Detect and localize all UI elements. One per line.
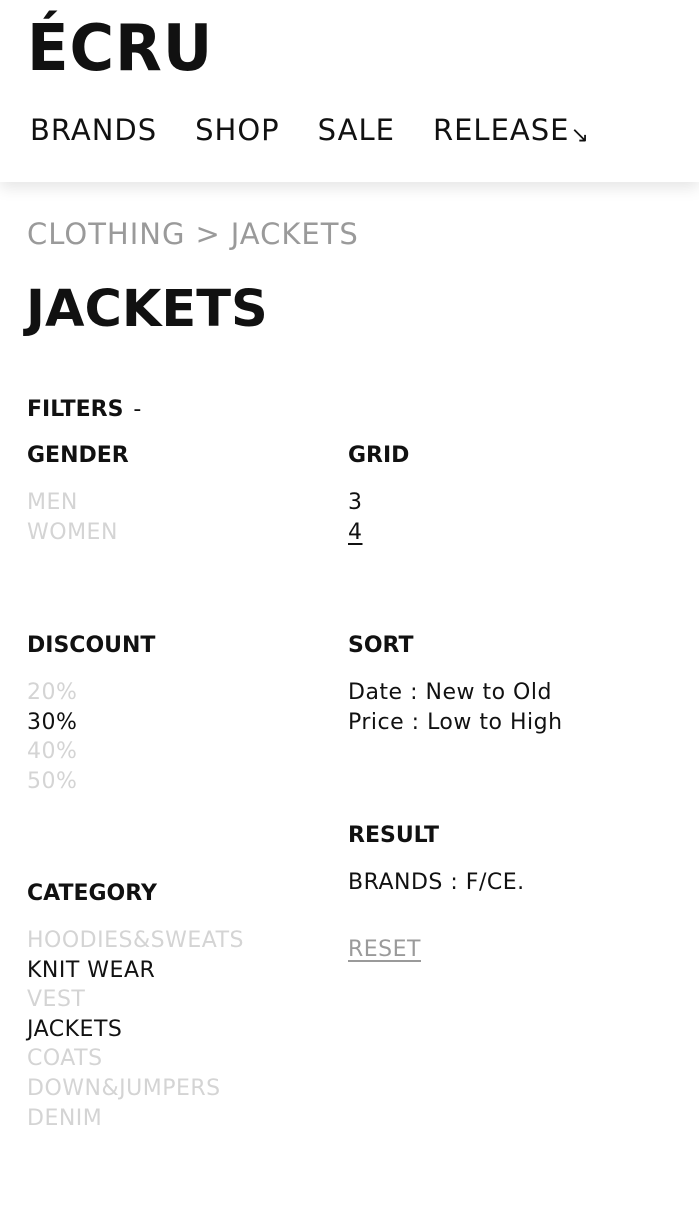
- result-heading: RESULT: [348, 823, 440, 848]
- page-title: JACKETS: [26, 280, 268, 339]
- sort-option-date[interactable]: Date : New to Old: [348, 678, 563, 708]
- gender-option-women[interactable]: WOMEN: [27, 518, 118, 548]
- result-brands: BRANDS : F/CE.: [348, 870, 525, 895]
- discount-option-20[interactable]: 20%: [27, 678, 77, 708]
- grid-option-4[interactable]: 4: [348, 518, 363, 548]
- nav-shop[interactable]: SHOP: [195, 110, 280, 156]
- breadcrumb-separator: >: [195, 217, 221, 251]
- breadcrumb: CLOTHING > JACKETS: [27, 214, 359, 254]
- arrow-down-right-icon: ↘: [570, 123, 590, 148]
- reset-button[interactable]: RESET: [348, 935, 421, 965]
- grid-option-3[interactable]: 3: [348, 488, 363, 518]
- category-heading: CATEGORY: [27, 881, 157, 906]
- grid-heading: GRID: [348, 443, 410, 468]
- site-logo[interactable]: ÉCRU: [27, 10, 213, 88]
- nav-brands[interactable]: BRANDS: [30, 110, 157, 156]
- breadcrumb-jackets[interactable]: JACKETS: [231, 217, 359, 251]
- discount-options: 20% 30% 40% 50%: [27, 678, 77, 796]
- category-option-hoodies[interactable]: HOODIES&SWEATS: [27, 926, 244, 956]
- site-header: ÉCRU BRANDS SHOP SALE RELEASE↘: [0, 0, 699, 182]
- sort-heading: SORT: [348, 633, 414, 658]
- gender-options: MEN WOMEN: [27, 488, 118, 547]
- category-option-denim[interactable]: DENIM: [27, 1104, 244, 1134]
- sort-options: Date : New to Old Price : Low to High: [348, 678, 563, 737]
- nav-sale[interactable]: SALE: [318, 110, 395, 156]
- gender-option-men[interactable]: MEN: [27, 488, 118, 518]
- nav-release[interactable]: RELEASE↘: [433, 110, 590, 156]
- category-option-jackets[interactable]: JACKETS: [27, 1015, 244, 1045]
- breadcrumb-clothing[interactable]: CLOTHING: [27, 217, 185, 251]
- discount-heading: DISCOUNT: [27, 633, 156, 658]
- gender-heading: GENDER: [27, 443, 129, 468]
- sort-option-price[interactable]: Price : Low to High: [348, 708, 563, 738]
- category-options: HOODIES&SWEATS KNIT WEAR VEST JACKETS CO…: [27, 926, 244, 1133]
- nav-release-label: RELEASE: [432, 113, 570, 147]
- category-option-knitwear[interactable]: KNIT WEAR: [27, 956, 244, 986]
- category-option-coats[interactable]: COATS: [27, 1044, 244, 1074]
- category-option-down-jumpers[interactable]: DOWN&JUMPERS: [27, 1074, 244, 1104]
- category-option-vest[interactable]: VEST: [27, 985, 244, 1015]
- filters-label: FILTERS: [27, 397, 124, 422]
- main-nav: BRANDS SHOP SALE RELEASE↘: [30, 110, 590, 156]
- discount-option-30[interactable]: 30%: [27, 708, 77, 738]
- collapse-icon: -: [133, 397, 142, 422]
- discount-option-50[interactable]: 50%: [27, 767, 77, 797]
- grid-options: 3 4: [348, 488, 363, 547]
- discount-option-40[interactable]: 40%: [27, 737, 77, 767]
- filters-toggle[interactable]: FILTERS -: [27, 395, 141, 425]
